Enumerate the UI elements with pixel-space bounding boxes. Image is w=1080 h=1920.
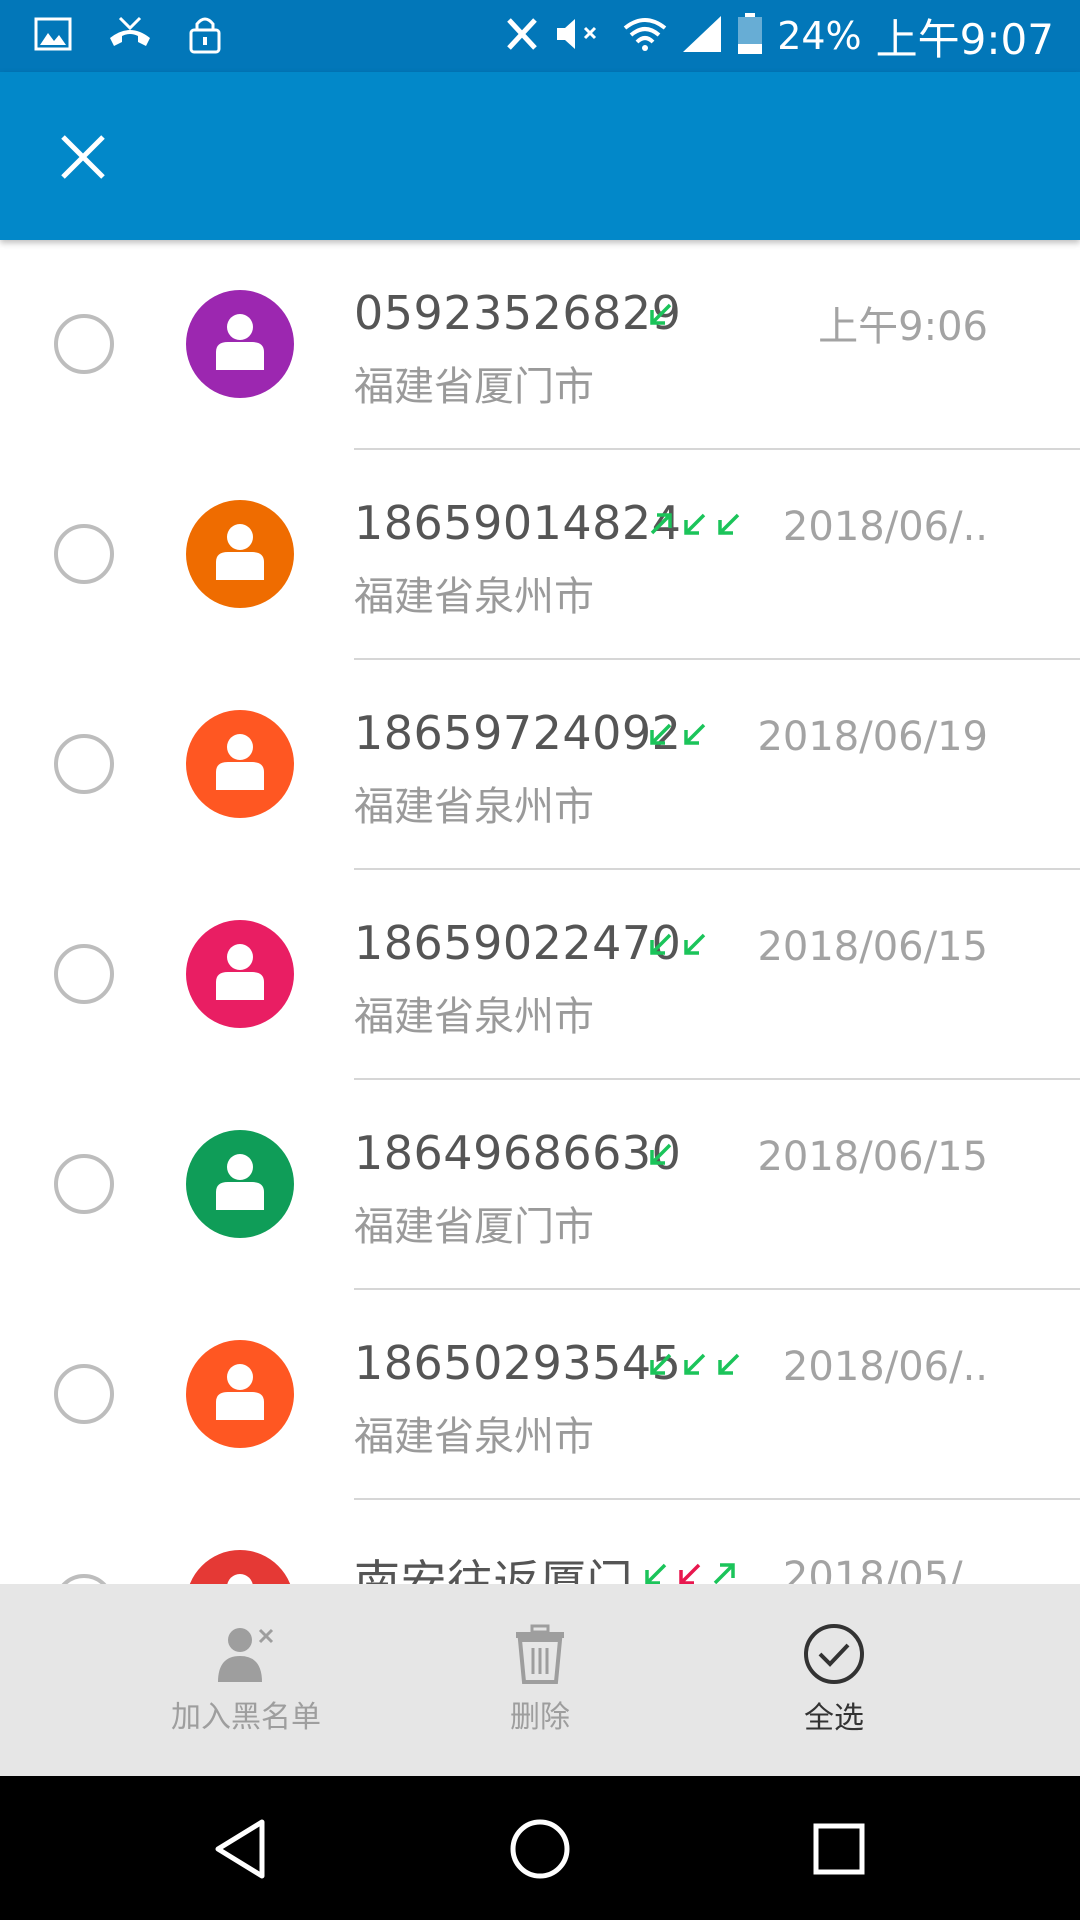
bottom-action-bar: 加入黑名单 删除 全选 [0,1584,1080,1776]
lock-icon [188,14,222,58]
home-button[interactable] [505,1814,575,1884]
call-direction-icons [647,1350,743,1382]
back-button[interactable] [206,1814,276,1884]
call-date: 2018/06/.. [782,1344,988,1390]
incoming-call-icon [681,1350,709,1382]
call-date: 2018/06/19 [757,714,988,760]
call-date: 2018/05/.. [782,1554,988,1584]
contact-avatar-icon [186,710,294,818]
contact-avatar-icon [186,1550,294,1584]
call-direction-icons [647,300,675,332]
incoming-call-icon [642,1560,670,1584]
select-all-button[interactable]: 全选 [654,1584,1014,1776]
contact-avatar-icon [186,1130,294,1238]
call-date: 2018/06/15 [757,924,988,970]
call-log-list[interactable]: 05923526829 福建省厦门市 上午9:06 18659014824 福建省泉州市… [0,240,1080,1584]
incoming-call-icon [715,1350,743,1382]
phone-number: 南安往返厦门 [354,1555,633,1584]
toolbar [0,72,1080,240]
call-location: 福建省泉州市 [354,574,594,620]
recents-button[interactable] [804,1814,874,1884]
gallery-icon [34,17,72,55]
trash-icon [516,1624,564,1684]
select-radio[interactable] [54,524,114,584]
incoming-call-icon [715,510,743,542]
call-log-row[interactable]: 05923526829 福建省厦门市 上午9:06 [0,240,1080,450]
call-date: 2018/06/.. [782,504,988,550]
blacklist-label: 加入黑名单 [171,1700,321,1735]
no-sim-icon [505,16,539,56]
select-all-label: 全选 [804,1701,864,1736]
mute-icon [553,16,609,56]
incoming-call-icon [647,1350,675,1382]
missed-call-icon [106,14,154,58]
phone-number: 18659014824 [354,496,682,550]
incoming-call-icon [681,720,709,752]
outgoing-call-icon [710,1560,738,1584]
phone-number: 18659022470 [354,916,682,970]
call-log-row[interactable]: 18659724092 福建省泉州市 2018/06/19 [0,660,1080,870]
block-contact-icon [218,1628,274,1682]
call-log-row[interactable]: 18659022470 福建省泉州市 2018/06/15 [0,870,1080,1080]
call-direction-icons [647,720,709,752]
call-direction-icons [647,1140,675,1172]
call-direction-icons [647,930,709,962]
outgoing-call-icon [647,510,675,542]
home-icon [510,1819,570,1879]
select-radio[interactable] [54,1154,114,1214]
close-button[interactable] [48,122,118,192]
call-location: 福建省泉州市 [354,784,594,830]
call-direction-icons [647,510,743,542]
call-date: 2018/06/15 [757,1134,988,1180]
battery-percent: 24% [777,14,862,58]
contact-avatar-icon [186,920,294,1028]
missed-call-icon [676,1560,704,1584]
phone-number: 18659724092 [354,706,682,760]
call-log-row[interactable]: 18650293545 福建省泉州市 2018/06/.. [0,1290,1080,1500]
call-location: 福建省厦门市 [354,1204,594,1250]
back-icon [215,1819,265,1879]
incoming-call-icon [647,930,675,962]
incoming-call-icon [681,510,709,542]
contact-avatar-icon [186,500,294,608]
select-radio[interactable] [54,944,114,1004]
incoming-call-icon [647,720,675,752]
contact-avatar-icon [186,1340,294,1448]
incoming-call-icon [681,930,709,962]
call-date: 上午9:06 [818,304,988,350]
phone-number: 05923526829 [354,286,682,340]
close-icon [61,135,105,179]
call-direction-icons [642,1560,738,1584]
check-circle-icon [804,1624,864,1684]
select-radio[interactable] [54,734,114,794]
recents-icon [813,1823,865,1875]
call-location: 福建省泉州市 [354,1414,594,1460]
contact-avatar-icon [186,290,294,398]
phone-number: 18649686630 [354,1126,682,1180]
clock: 上午9:07 [875,14,1054,64]
call-log-row[interactable]: 18649686630 福建省厦门市 2018/06/15 [0,1080,1080,1290]
call-location: 福建省厦门市 [354,364,594,410]
navigation-bar [0,1776,1080,1920]
select-radio[interactable] [54,1364,114,1424]
status-bar: 24% 上午9:07 [0,0,1080,72]
call-log-row[interactable]: 南安往返厦门 2018/05/.. [0,1500,1080,1584]
wifi-icon [623,16,667,56]
call-log-row[interactable]: 18659014824 福建省泉州市 2018/06/.. [0,450,1080,660]
select-radio[interactable] [54,1574,114,1584]
select-radio[interactable] [54,314,114,374]
incoming-call-icon [647,1140,675,1172]
incoming-call-icon [647,300,675,332]
call-location: 福建省泉州市 [354,994,594,1040]
phone-number: 18650293545 [354,1336,682,1390]
battery-icon [737,13,763,59]
delete-label: 删除 [510,1700,570,1735]
signal-icon [681,14,723,58]
